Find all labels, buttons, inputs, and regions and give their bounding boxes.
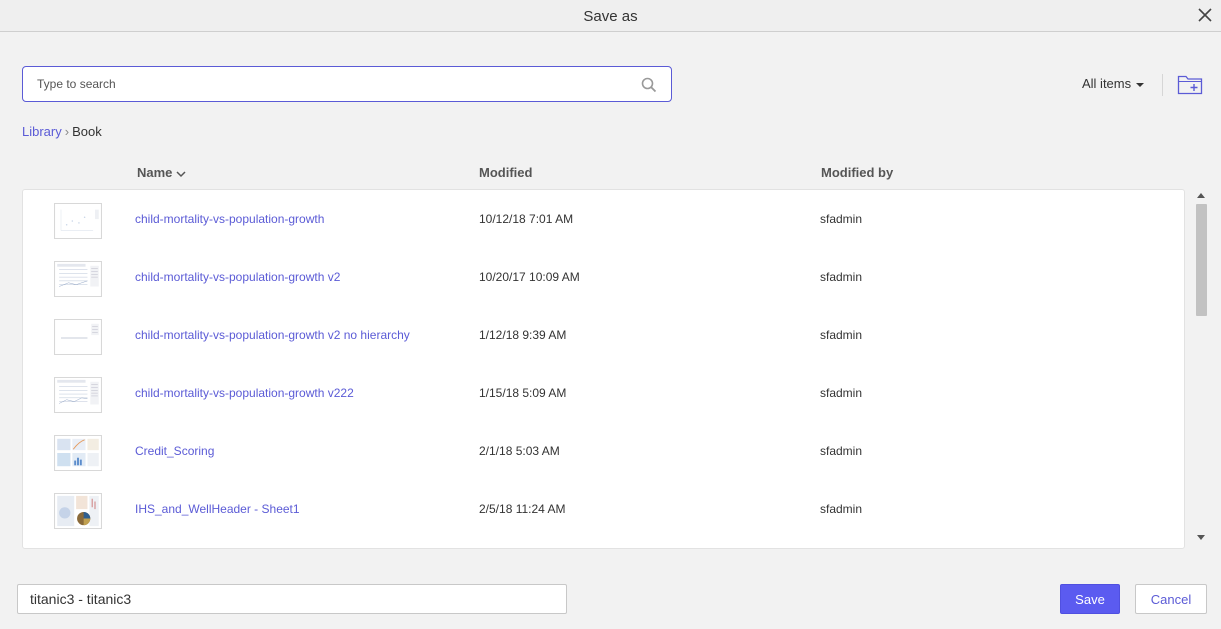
search-icon[interactable]: [641, 77, 657, 93]
file-modified: 2/5/18 11:24 AM: [479, 502, 566, 516]
file-list: child-mortality-vs-population-growth 10/…: [22, 189, 1185, 549]
toolbar-divider: [1162, 74, 1163, 96]
file-modified-by: sfadmin: [820, 386, 863, 400]
file-thumbnail: [54, 319, 102, 355]
file-name-link[interactable]: child-mortality-vs-population-growth v2: [135, 270, 340, 284]
file-modified: 10/20/17 10:09 AM: [479, 270, 580, 284]
table-row-partial[interactable]: [23, 538, 1184, 548]
breadcrumb-separator: ›: [64, 124, 70, 139]
scrollbar-thumb[interactable]: [1196, 204, 1207, 316]
column-header-modified[interactable]: Modified: [479, 165, 532, 180]
file-thumbnail: [54, 493, 102, 529]
file-name-link[interactable]: Credit_Scoring: [135, 444, 214, 458]
breadcrumb: Library › Book: [22, 124, 102, 139]
file-name-link[interactable]: child-mortality-vs-population-growth v22…: [135, 386, 354, 400]
items-filter-dropdown[interactable]: All items: [1082, 76, 1145, 91]
file-modified-by: sfadmin: [820, 502, 863, 516]
search-input[interactable]: [37, 67, 637, 101]
list-scrollbar[interactable]: [1194, 189, 1209, 549]
table-row[interactable]: IHS_and_WellHeader - Sheet1 2/5/18 11:24…: [23, 480, 1184, 538]
file-modified: 1/15/18 5:09 AM: [479, 386, 567, 400]
file-name-link[interactable]: child-mortality-vs-population-growth: [135, 212, 324, 226]
file-thumbnail: [54, 261, 102, 297]
breadcrumb-library[interactable]: Library: [22, 124, 62, 139]
filename-input[interactable]: [30, 585, 560, 613]
search-box: [22, 66, 672, 102]
file-name-link[interactable]: IHS_and_WellHeader - Sheet1: [135, 502, 300, 516]
breadcrumb-book: Book: [72, 124, 102, 139]
file-modified-by: sfadmin: [820, 328, 863, 342]
file-modified: 1/12/18 9:39 AM: [479, 328, 567, 342]
chevron-down-icon: [176, 171, 186, 177]
table-row[interactable]: child-mortality-vs-population-growth v2 …: [23, 306, 1184, 364]
scroll-down-icon[interactable]: [1197, 535, 1205, 540]
file-thumbnail: [54, 435, 102, 471]
title-bar: Save as: [0, 0, 1221, 32]
dialog-title: Save as: [583, 8, 638, 25]
cancel-button[interactable]: Cancel: [1135, 584, 1207, 614]
file-modified-by: sfadmin: [820, 444, 863, 458]
table-row[interactable]: child-mortality-vs-population-growth 10/…: [23, 190, 1184, 248]
filename-field: [17, 584, 567, 614]
file-name-link[interactable]: child-mortality-vs-population-growth v2 …: [135, 328, 410, 342]
table-row[interactable]: Credit_Scoring 2/1/18 5:03 AM sfadmin: [23, 422, 1184, 480]
file-modified: 2/1/18 5:03 AM: [479, 444, 560, 458]
items-filter-label: All items: [1082, 76, 1132, 91]
file-thumbnail: [54, 377, 102, 413]
file-modified-by: sfadmin: [820, 270, 863, 284]
column-header-modified-by[interactable]: Modified by: [821, 165, 893, 180]
file-modified: 10/12/18 7:01 AM: [479, 212, 574, 226]
save-button[interactable]: Save: [1060, 584, 1120, 614]
table-row[interactable]: child-mortality-vs-population-growth v22…: [23, 364, 1184, 422]
caret-down-icon: [1136, 82, 1145, 87]
file-modified-by: sfadmin: [820, 212, 863, 226]
new-folder-icon[interactable]: [1177, 73, 1203, 95]
table-row[interactable]: child-mortality-vs-population-growth v2 …: [23, 248, 1184, 306]
column-header-name-label: Name: [137, 165, 173, 180]
column-header-name[interactable]: Name: [137, 165, 186, 180]
file-thumbnail: [54, 203, 102, 239]
close-icon[interactable]: [1195, 5, 1215, 25]
scroll-up-icon[interactable]: [1197, 193, 1205, 198]
